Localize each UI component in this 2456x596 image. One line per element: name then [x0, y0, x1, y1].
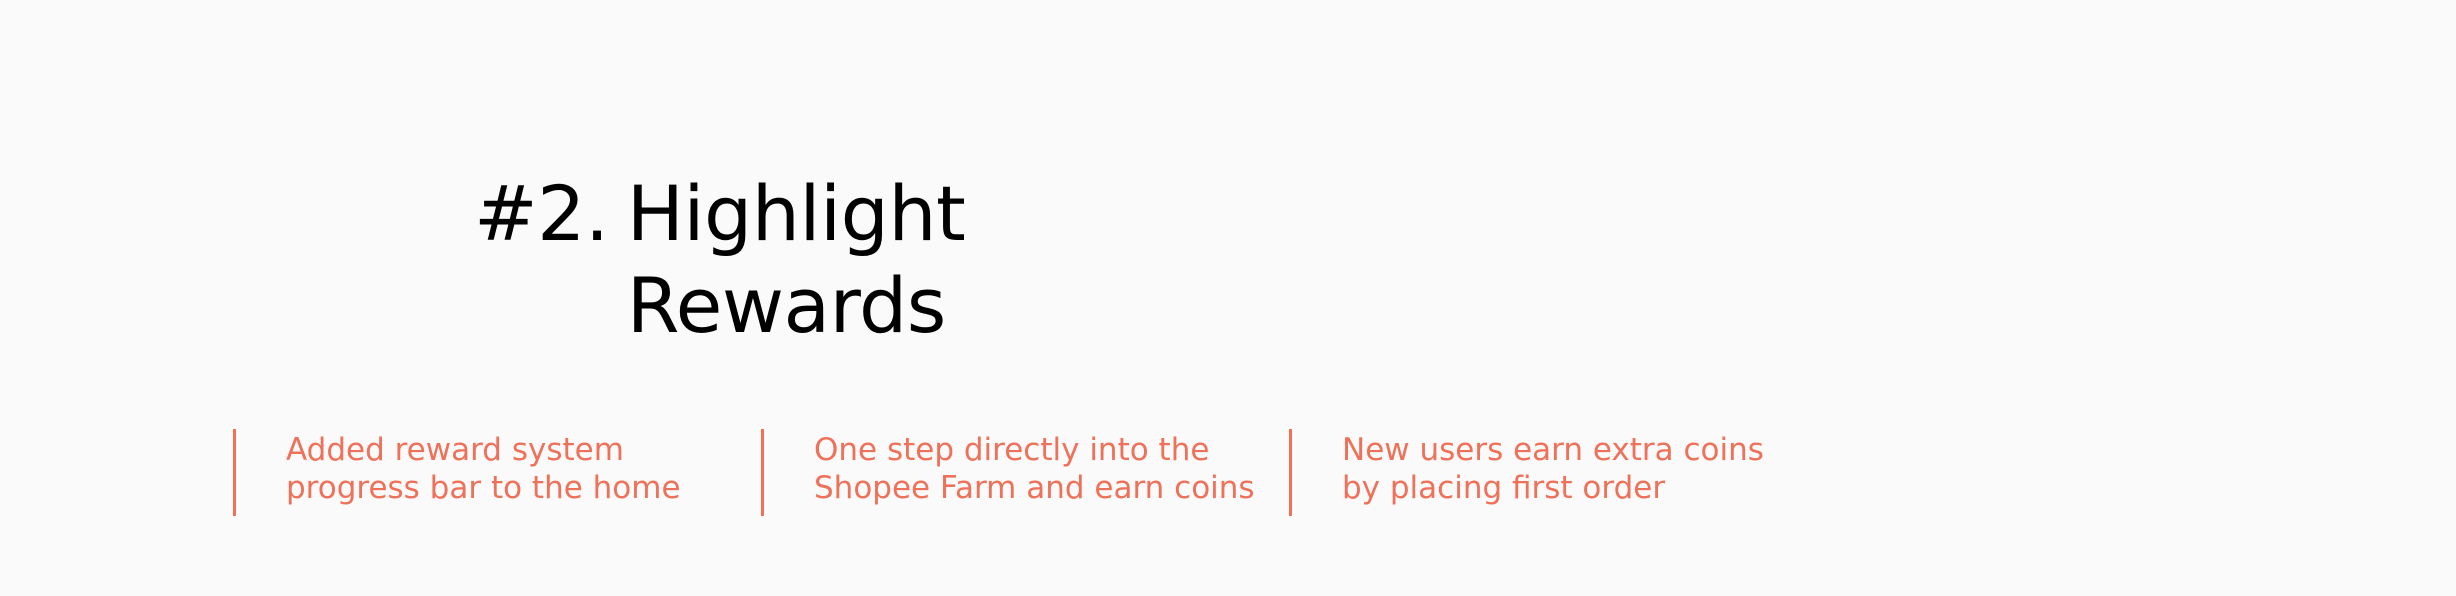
accent-divider: [1289, 429, 1292, 516]
highlight-point-line-2: progress bar to the home: [286, 470, 681, 506]
page: { "section": { "number": "#2.", "title_l…: [0, 0, 2456, 596]
highlight-points: Added reward system progress bar to the …: [233, 429, 1817, 516]
highlight-point-line-1: New users earn extra coins: [1342, 432, 1764, 468]
section-number: #2.: [474, 169, 609, 258]
highlight-point-1: Added reward system progress bar to the …: [233, 429, 761, 516]
highlight-point-line-2: Shopee Farm and earn coins: [814, 470, 1255, 506]
highlight-point-3: New users earn extra coins by placing fi…: [1289, 429, 1817, 516]
highlight-point-text: New users earn extra coins by placing fi…: [1342, 431, 1764, 507]
highlight-point-text: One step directly into the Shopee Farm a…: [814, 431, 1255, 507]
highlight-point-2: One step directly into the Shopee Farm a…: [761, 429, 1289, 516]
section-heading-line-2: Rewards: [626, 261, 947, 350]
highlight-point-line-2: by placing first order: [1342, 470, 1666, 506]
accent-divider: [761, 429, 764, 516]
section-heading-line-1: Highlight: [626, 169, 966, 258]
section-title: #2. Highlight Rewards: [474, 168, 966, 352]
highlight-point-line-1: Added reward system: [286, 432, 624, 468]
section-heading: Highlight Rewards: [627, 168, 966, 352]
highlight-point-text: Added reward system progress bar to the …: [286, 431, 681, 507]
highlight-point-line-1: One step directly into the: [814, 432, 1210, 468]
accent-divider: [233, 429, 236, 516]
